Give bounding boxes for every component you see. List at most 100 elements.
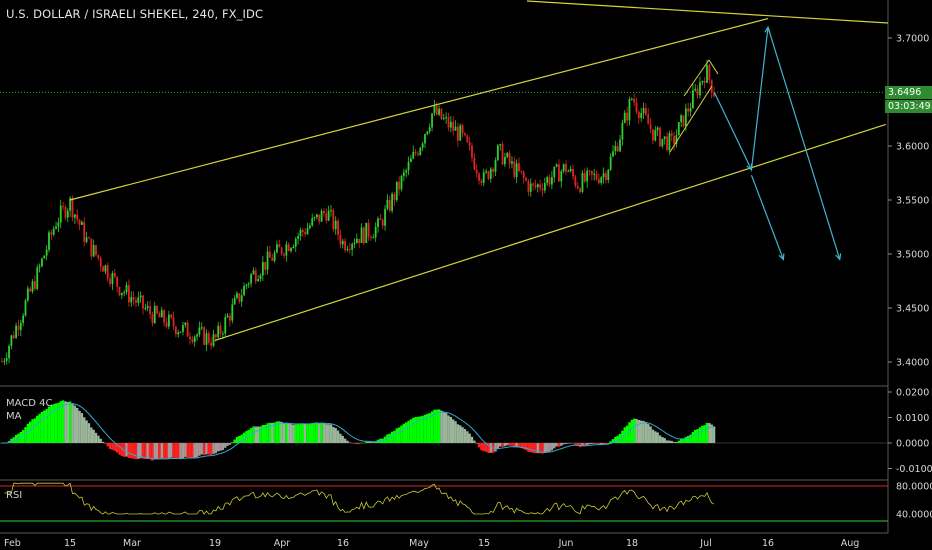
candle-body: [485, 171, 487, 173]
chart-title: U.S. DOLLAR / ISRAELI SHEKEL, 240, FX_ID…: [6, 7, 264, 21]
rsi-label: RSI: [6, 490, 23, 501]
candle-body: [393, 193, 396, 200]
macd-bar: [73, 405, 77, 443]
date-tick-label: 15: [64, 538, 76, 549]
macd-bar: [405, 422, 408, 443]
candle-body: [294, 238, 297, 247]
candle-body: [287, 244, 290, 252]
candle-body: [3, 360, 6, 362]
candle-body: [407, 162, 410, 171]
candle-body: [137, 297, 140, 303]
macd-bar: [219, 443, 222, 451]
candle-body: [449, 121, 452, 128]
macd-bar: [412, 417, 415, 443]
macd-bar: [301, 423, 304, 443]
candle-body: [332, 210, 335, 230]
candle-body: [172, 317, 175, 327]
candle-body: [59, 205, 62, 223]
macd-bar: [529, 443, 532, 453]
macd-bar: [461, 427, 464, 443]
candle-body: [518, 163, 520, 171]
candle-body: [139, 295, 142, 298]
candle-body: [494, 160, 497, 172]
candle-body: [144, 307, 147, 309]
macd-bar: [308, 423, 312, 443]
macd-bar: [170, 443, 173, 458]
candle-body: [452, 121, 455, 131]
macd-bar: [642, 420, 645, 443]
candle-body: [576, 185, 579, 189]
candle-body: [17, 325, 20, 330]
candle-body: [55, 226, 57, 229]
macd-bar: [672, 442, 676, 443]
candle-body: [445, 117, 448, 119]
macd-bar: [207, 443, 210, 455]
macd-bar: [682, 438, 685, 443]
macd-bar: [221, 443, 225, 451]
macd-bar: [66, 401, 69, 443]
candle-body: [189, 336, 191, 340]
candle-body: [146, 306, 149, 308]
macd-bar: [654, 431, 657, 443]
candle-body: [534, 184, 537, 188]
candle-body: [555, 164, 558, 167]
date-tick-label: Apr: [274, 538, 291, 549]
candle-body: [572, 168, 574, 177]
macd-bar: [705, 422, 709, 443]
price-tick-label: 3.5500: [896, 196, 929, 207]
macd-bar: [435, 409, 438, 443]
macd-bar: [92, 429, 95, 443]
flag-top-line: [708, 59, 719, 75]
candle-body: [85, 237, 88, 242]
macd-bar: [329, 424, 333, 443]
candle-body: [78, 219, 81, 225]
candle-body: [245, 284, 248, 287]
macd-bar: [635, 418, 638, 443]
candle-body: [153, 306, 156, 324]
macd-bar: [160, 443, 163, 459]
candle-body: [668, 133, 671, 151]
candle-body: [142, 295, 144, 309]
candle-body: [83, 222, 86, 242]
macd-bar: [557, 443, 561, 447]
macd-bar: [475, 443, 478, 444]
candle-body: [266, 251, 269, 270]
candle-body: [95, 245, 97, 255]
macd-bar: [658, 435, 662, 443]
macd-bar: [334, 428, 337, 443]
candle-body: [38, 266, 41, 268]
candle-body: [598, 179, 600, 184]
candle-body: [292, 246, 295, 249]
macd-bar: [701, 425, 704, 443]
candle-body: [504, 157, 506, 165]
candle-body: [628, 99, 631, 121]
candle-body: [680, 115, 683, 123]
candle-body: [207, 333, 210, 343]
candle-body: [482, 172, 485, 183]
candle-body: [612, 151, 614, 157]
price-tick-label: 3.4500: [896, 304, 929, 315]
candle-body: [461, 125, 464, 134]
macd-bar: [400, 425, 403, 443]
macd-tick-label: 0.0100: [896, 413, 929, 424]
macd-label: MACD 4C: [6, 398, 53, 409]
candle-body: [471, 145, 473, 158]
macd-bar: [602, 443, 605, 444]
macd-bar: [661, 436, 664, 443]
candle-body: [360, 227, 363, 243]
macd-bar: [647, 424, 650, 443]
candle-body: [52, 228, 55, 235]
macd-bar: [588, 443, 591, 445]
candle-body: [645, 108, 647, 115]
channel-lower-line: [214, 123, 887, 341]
macd-bar: [106, 443, 109, 447]
macd-bar: [499, 443, 502, 447]
macd-bar: [320, 422, 323, 443]
candle-body: [663, 136, 666, 139]
candle-body: [257, 279, 260, 282]
candle-body: [346, 249, 349, 251]
candle-body: [706, 65, 708, 83]
resistance-line: [526, 0, 889, 24]
date-tick-label: 19: [209, 538, 221, 549]
macd-bar: [31, 419, 34, 443]
